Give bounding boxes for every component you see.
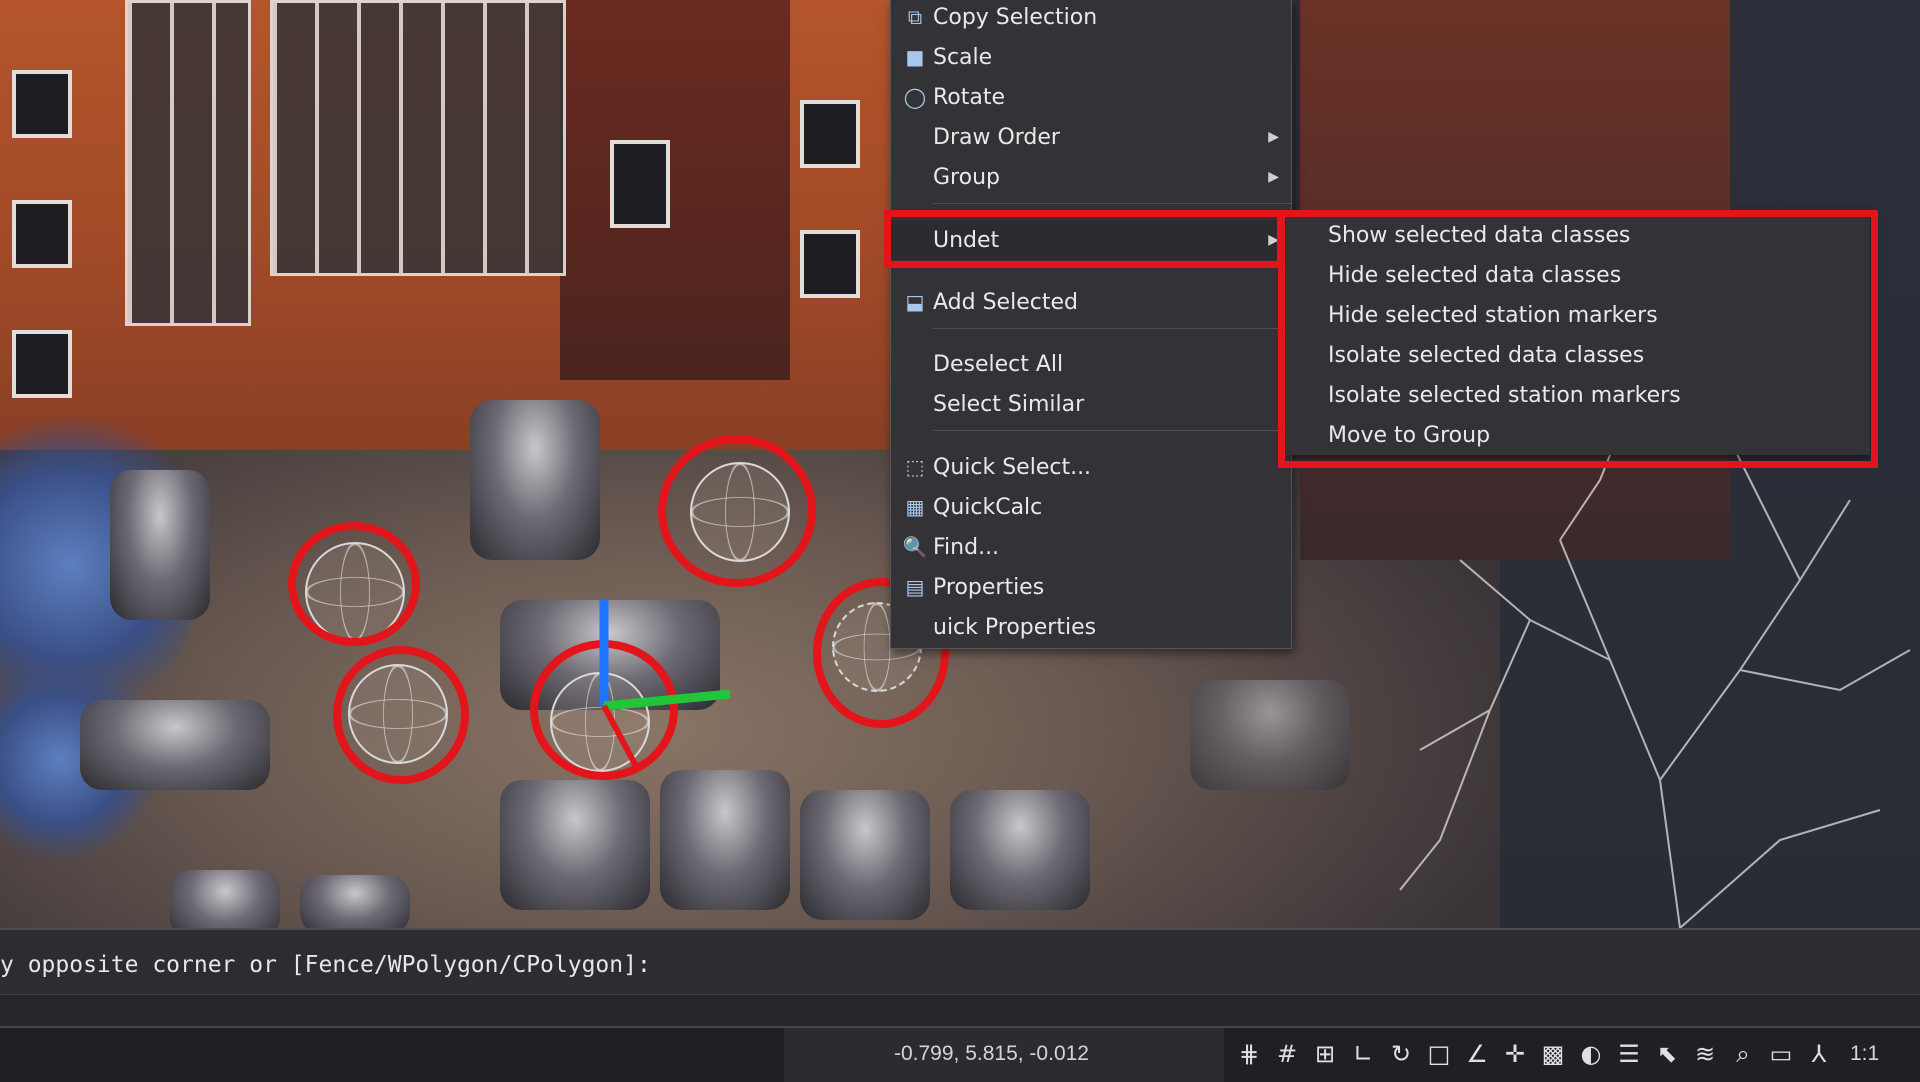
menu-item-quick-select[interactable]: ⬚ Quick Select... [891, 447, 1291, 487]
snap-grid-icon[interactable]: ⋕ [1234, 1038, 1264, 1070]
menu-item-scale[interactable]: ■ Scale [891, 37, 1291, 77]
car [950, 790, 1090, 910]
quick-select-icon: ⬚ [905, 455, 925, 479]
balcony [125, 0, 251, 326]
menu-item-rotate[interactable]: ◯ Rotate [891, 77, 1291, 117]
move-gizmo[interactable] [560, 590, 760, 790]
menu-item-label: Find... [933, 534, 1000, 560]
car [660, 770, 790, 910]
bare-tree-branches [1399, 429, 1911, 928]
annotation-circle [288, 522, 420, 646]
calculator-icon: ▦ [905, 495, 925, 519]
menu-separator [933, 328, 1291, 329]
layers-icon[interactable]: ≋ [1690, 1038, 1720, 1070]
find-icon: 🔍 [902, 535, 928, 559]
submenu-arrow-icon: ▶ [1268, 169, 1279, 185]
coordinates-panel: -0.799, 5.815, -0.012 [784, 1028, 1224, 1082]
zoom-icon[interactable]: ⌕ [1728, 1038, 1758, 1070]
annotation-scale[interactable]: 1:1 [1850, 1042, 1879, 1066]
selection-cycling-icon[interactable]: ☰ [1614, 1038, 1644, 1070]
polar-tracking-icon[interactable]: ↻ [1386, 1038, 1416, 1070]
building-stairwell [560, 0, 790, 380]
menu-item-label: Scale [933, 44, 993, 70]
submenu-highlight-box [1278, 210, 1878, 468]
menu-separator [933, 203, 1291, 204]
add-selected-icon: ⬓ [905, 290, 925, 314]
ortho-icon[interactable]: ∟ [1348, 1038, 1378, 1070]
object-snap-icon[interactable]: □ [1424, 1038, 1454, 1070]
menu-item-deselect-all[interactable]: Deselect All [891, 344, 1291, 384]
annotation-circle [333, 646, 469, 784]
undet-highlight-box [884, 210, 1284, 268]
dynamic-input-icon[interactable]: ✛ [1500, 1038, 1530, 1070]
menu-item-label: Copy Selection [933, 4, 1098, 30]
properties-icon: ▤ [905, 575, 925, 599]
submenu-arrow-icon: ▶ [1268, 129, 1279, 145]
transparency-icon[interactable]: ◐ [1576, 1038, 1606, 1070]
menu-item-add-selected[interactable]: ⬓ Add Selected [891, 282, 1291, 322]
copy-selection-icon: ⧉ [907, 5, 923, 29]
menu-item-quickcalc[interactable]: ▦ QuickCalc [891, 487, 1291, 527]
grid-icon[interactable]: # [1272, 1038, 1302, 1070]
menu-item-copy-selection[interactable]: ⧉ Copy Selection [891, 0, 1291, 37]
menu-item-label: Quick Select... [933, 454, 1092, 480]
car [470, 400, 600, 560]
car [170, 870, 280, 928]
menu-item-label: uick Properties [933, 614, 1097, 640]
annotation-circle [658, 435, 816, 587]
dynamic-ucs-icon[interactable]: ∠ [1462, 1038, 1492, 1070]
menu-item-label: Add Selected [933, 289, 1078, 315]
menu-item-label: QuickCalc [933, 494, 1043, 520]
lineweight-icon[interactable]: ▩ [1538, 1038, 1568, 1070]
menu-item-label: Select Similar [933, 391, 1085, 417]
window [12, 200, 72, 268]
status-bar: -0.799, 5.815, -0.012 ⋕ # ⊞ ∟ ↻ □ ∠ ✛ ▩ ◐ ☰ ⬉ ≋ ⌕ ▭ ⅄ 1… [0, 1026, 1920, 1082]
car [1190, 680, 1350, 790]
window [800, 100, 860, 168]
rotate-icon: ◯ [903, 85, 927, 109]
car [300, 875, 410, 928]
menu-item-properties[interactable]: ▤ Properties [891, 567, 1291, 607]
menu-item-label: Draw Order [933, 124, 1060, 150]
menu-item-uick-properties[interactable]: uick Properties [891, 607, 1291, 647]
window [12, 330, 72, 398]
car [110, 470, 210, 620]
window [610, 140, 670, 228]
menu-item-label: Rotate [933, 84, 1006, 110]
command-prompt-text: y opposite corner or [Fence/WPolygon/CPo… [0, 952, 651, 978]
cursor-coordinates: -0.799, 5.815, -0.012 [894, 1042, 1089, 1065]
command-line: y opposite corner or [Fence/WPolygon/CPo… [0, 928, 1920, 1028]
context-menu: ⧉ Copy Selection ■ Scale ◯ Rotate Draw Order ▶ G… [890, 0, 1292, 649]
menu-item-label: Properties [933, 574, 1045, 600]
menu-separator [933, 430, 1291, 431]
menu-item-draw-order[interactable]: Draw Order ▶ [891, 117, 1291, 157]
menu-item-label: Group [933, 164, 1000, 190]
menu-item-label: Deselect All [933, 351, 1064, 377]
window [12, 70, 72, 138]
menu-item-select-similar[interactable]: Select Similar [891, 384, 1291, 424]
annotation-scale-icon[interactable]: ⅄ [1804, 1038, 1834, 1070]
menu-item-group[interactable]: Group ▶ [891, 157, 1291, 197]
snap-mode-icon[interactable]: ⊞ [1310, 1038, 1340, 1070]
car [80, 700, 270, 790]
menu-item-find[interactable]: 🔍 Find... [891, 527, 1291, 567]
gizmo-icon[interactable]: ⬉ [1652, 1038, 1682, 1070]
workspace-icon[interactable]: ▭ [1766, 1038, 1796, 1070]
command-input[interactable] [0, 994, 1920, 1027]
window [800, 230, 860, 298]
balcony [270, 0, 566, 276]
scale-icon: ■ [905, 45, 925, 69]
car [500, 780, 650, 910]
car [800, 790, 930, 920]
